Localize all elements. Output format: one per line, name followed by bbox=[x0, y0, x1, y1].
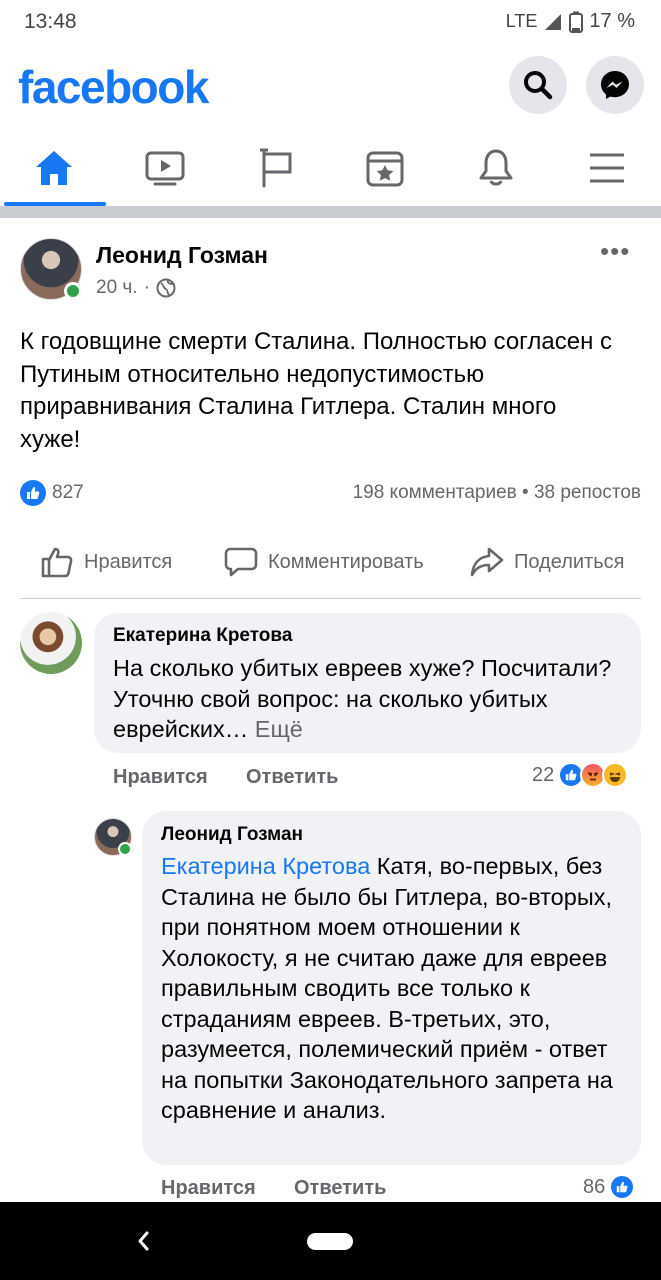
calendar-star-icon bbox=[366, 151, 404, 187]
search-icon bbox=[524, 71, 553, 100]
share-label: Поделиться bbox=[514, 550, 625, 573]
signal-icon bbox=[545, 13, 562, 30]
post-actions: Нравится Комментировать Поделиться bbox=[0, 540, 661, 590]
comment-button[interactable]: Комментировать bbox=[224, 546, 424, 578]
post-more-button[interactable]: ••• bbox=[600, 236, 630, 267]
messenger-icon bbox=[601, 71, 629, 99]
tab-menu[interactable] bbox=[555, 130, 659, 206]
online-indicator bbox=[118, 842, 132, 856]
actions-divider bbox=[20, 598, 641, 599]
comment-bubble: Екатерина Кретова На сколько убитых евре… bbox=[94, 613, 641, 753]
like-reaction-icon bbox=[20, 480, 46, 506]
reactions-summary[interactable]: 827 198 комментариев • 38 репостов bbox=[0, 478, 661, 508]
reply-author[interactable]: Леонид Гозман bbox=[161, 824, 303, 846]
like-reaction-icon bbox=[609, 1174, 636, 1200]
comment-reactions[interactable]: 22 bbox=[532, 762, 629, 788]
globe-icon bbox=[156, 278, 176, 298]
reply-bubble: Леонид Гозман Екатерина Кретова Катя, во… bbox=[142, 811, 641, 1165]
comment-text: На сколько убитых евреев хуже? Посчитали… bbox=[113, 655, 612, 742]
post-header: Леонид Гозман 20 ч. · ••• bbox=[0, 230, 661, 310]
flag-icon bbox=[260, 148, 292, 188]
tab-events[interactable] bbox=[333, 130, 437, 206]
tab-bar bbox=[0, 130, 661, 206]
messenger-button[interactable] bbox=[586, 56, 644, 114]
tab-home[interactable] bbox=[2, 130, 106, 206]
tab-pages[interactable] bbox=[224, 130, 328, 206]
home-icon bbox=[36, 151, 72, 185]
battery-icon bbox=[569, 11, 584, 33]
see-more-link[interactable]: Ещё bbox=[248, 716, 303, 742]
hamburger-icon bbox=[590, 153, 624, 183]
battery-level: 17 % bbox=[589, 10, 635, 32]
share-icon bbox=[470, 547, 504, 577]
facebook-logo[interactable]: facebook bbox=[18, 60, 209, 114]
online-indicator bbox=[64, 282, 82, 300]
tab-notifications[interactable] bbox=[444, 130, 548, 206]
video-icon bbox=[145, 151, 185, 186]
comment-icon bbox=[224, 547, 258, 577]
thumbs-up-icon bbox=[41, 547, 73, 578]
system-nav-bar bbox=[0, 1202, 661, 1280]
comment-like-button[interactable]: Нравится bbox=[113, 766, 208, 789]
comment-reaction-count: 22 bbox=[532, 763, 555, 786]
comment-author[interactable]: Екатерина Кретова bbox=[113, 625, 292, 647]
like-label: Нравится bbox=[84, 550, 173, 573]
reply-reaction-count: 86 bbox=[583, 1175, 606, 1198]
post-text: К годовщине смерти Сталина. Полностью со… bbox=[20, 328, 613, 453]
comments-shares-count[interactable]: 198 комментариев • 38 репостов bbox=[353, 482, 641, 504]
like-button[interactable]: Нравится bbox=[40, 546, 172, 578]
home-gesture-pill[interactable] bbox=[307, 1233, 353, 1250]
comment-reply-button[interactable]: Ответить bbox=[246, 766, 338, 789]
share-button[interactable]: Поделиться bbox=[470, 546, 624, 578]
search-button[interactable] bbox=[509, 56, 567, 114]
feed-separator bbox=[0, 206, 661, 218]
reply-like-button[interactable]: Нравится bbox=[161, 1177, 256, 1200]
app-header: facebook bbox=[0, 52, 661, 124]
post-time[interactable]: 20 ч. bbox=[96, 277, 138, 299]
mention-link[interactable]: Екатерина Кретова bbox=[161, 853, 370, 879]
status-bar: 13:48 LTE 17 % bbox=[0, 0, 661, 46]
network-label: LTE bbox=[505, 11, 538, 31]
meta-separator: · bbox=[143, 277, 150, 298]
like-count: 827 bbox=[52, 482, 84, 503]
reply-reactions[interactable]: 86 bbox=[583, 1174, 636, 1200]
status-time: 13:48 bbox=[24, 10, 77, 33]
reply-text: Екатерина Кретова Катя, во-первых, без С… bbox=[161, 853, 613, 1123]
post-meta: 20 ч. · bbox=[96, 277, 176, 299]
tab-watch[interactable] bbox=[113, 130, 217, 206]
bell-icon bbox=[479, 149, 513, 186]
commenter-avatar[interactable] bbox=[20, 612, 82, 674]
post-author[interactable]: Леонид Гозман bbox=[96, 242, 268, 269]
back-icon[interactable] bbox=[132, 1226, 154, 1256]
haha-reaction-icon bbox=[602, 762, 629, 788]
reply-reply-button[interactable]: Ответить bbox=[294, 1177, 386, 1200]
comment-label: Комментировать bbox=[268, 550, 424, 573]
